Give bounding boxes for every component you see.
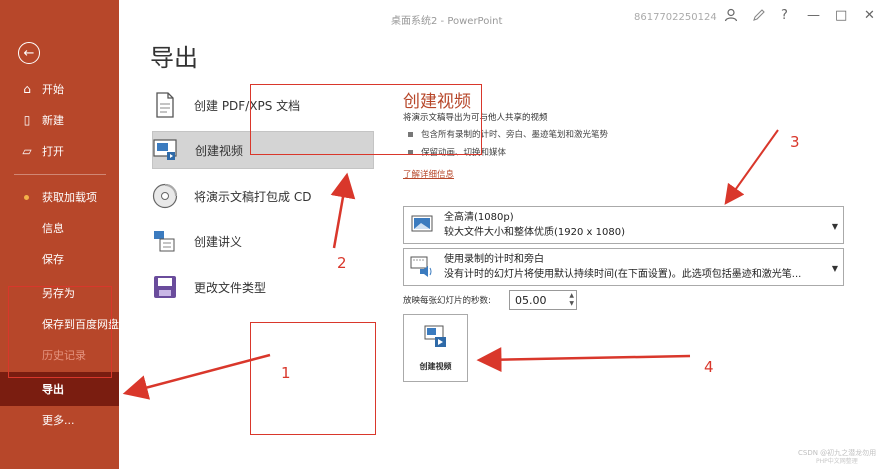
- page-title: 导出: [150, 44, 198, 72]
- chevron-down-icon: ▼: [831, 222, 838, 231]
- export-option-change-type[interactable]: 更改文件类型: [152, 268, 374, 306]
- option-label: 更改文件类型: [194, 280, 267, 295]
- export-option-cd[interactable]: 将演示文稿打包成 CD: [152, 177, 374, 215]
- timing-subtitle: 没有计时的幻灯片将使用默认持续时间(在下面设置)。此选项包括墨迹和激光笔...: [444, 269, 802, 280]
- annotation-box-sidebar: [8, 286, 112, 378]
- new-document-icon: ▯: [23, 113, 31, 127]
- annotation-number: 2: [337, 254, 347, 272]
- open-folder-icon: ▱: [22, 144, 32, 158]
- seconds-per-slide-stepper[interactable]: 05.00 ▲ ▼: [509, 290, 577, 310]
- narration-icon: [410, 255, 434, 279]
- quality-subtitle: 较大文件大小和整体优质(1920 x 1080): [444, 227, 625, 238]
- annotation-arrow-3: [724, 129, 779, 205]
- help-icon[interactable]: ?: [781, 8, 788, 23]
- annotation-number: 1: [281, 364, 291, 382]
- sidebar-item-open[interactable]: ▱ 打开: [0, 134, 119, 168]
- option-label: 创建讲义: [194, 234, 243, 249]
- notification-dot-icon: [24, 194, 29, 200]
- create-video-button[interactable]: 创建视频: [403, 314, 468, 382]
- seconds-value: 05.00: [515, 293, 547, 307]
- back-arrow-icon[interactable]: ←: [18, 42, 40, 64]
- sidebar-item-label: 新建: [42, 114, 64, 127]
- sidebar-divider: [14, 174, 106, 175]
- sidebar-item-label: 打开: [42, 145, 64, 158]
- sidebar-item-label: 信息: [42, 222, 64, 235]
- home-icon: ⌂: [23, 82, 31, 96]
- sidebar-item-info[interactable]: 信息: [0, 211, 119, 245]
- create-video-label: 创建视频: [419, 361, 452, 371]
- seconds-per-slide-label: 放映每张幻灯片的秒数:: [403, 296, 491, 306]
- pdf-document-icon: [152, 92, 178, 118]
- sidebar-item-label: 保存: [42, 253, 64, 266]
- timing-title: 使用录制的计时和旁白: [444, 254, 544, 265]
- cd-icon: [152, 183, 178, 209]
- sidebar-item-label: 开始: [42, 83, 64, 96]
- minimize-icon[interactable]: —: [807, 8, 820, 23]
- pen-icon[interactable]: [752, 8, 766, 26]
- learn-more-link[interactable]: 了解详细信息: [403, 168, 454, 180]
- annotation-box-title: [250, 84, 482, 155]
- monitor-icon: [410, 213, 434, 237]
- watermark: PHP中文网整理: [816, 458, 858, 465]
- user-icon[interactable]: [724, 8, 738, 26]
- stepper-down-icon[interactable]: ▼: [569, 300, 574, 308]
- option-label: 将演示文稿打包成 CD: [194, 189, 312, 204]
- sidebar-item-home[interactable]: ⌂ 开始: [0, 72, 119, 106]
- video-quality-dropdown[interactable]: 全高清(1080p) 较大文件大小和整体优质(1920 x 1080) ▼: [403, 206, 844, 244]
- account-name[interactable]: 8617702250124: [634, 12, 717, 23]
- sidebar-item-get-addins[interactable]: 获取加载项: [0, 180, 119, 214]
- annotation-number: 3: [790, 133, 800, 151]
- sidebar-item-label: 更多...: [42, 414, 75, 427]
- create-video-icon: [424, 325, 448, 353]
- document-title: 桌面系统2 - PowerPoint: [391, 16, 503, 27]
- sidebar-item-save[interactable]: 保存: [0, 242, 119, 276]
- restore-icon[interactable]: □: [835, 8, 847, 23]
- stepper-up-icon[interactable]: ▲: [569, 292, 574, 300]
- annotation-number: 4: [704, 358, 714, 376]
- chevron-down-icon: ▼: [831, 264, 838, 273]
- sidebar-item-more[interactable]: 更多...: [0, 403, 119, 437]
- close-icon[interactable]: ✕: [864, 8, 875, 23]
- file-type-icon: [152, 274, 178, 300]
- option-label: 创建视频: [195, 143, 244, 158]
- video-icon: [153, 137, 179, 163]
- quality-title: 全高清(1080p): [444, 212, 514, 223]
- annotation-box-empty: [250, 322, 376, 435]
- stepper-arrows[interactable]: ▲ ▼: [569, 292, 574, 308]
- handout-icon: [152, 228, 178, 254]
- backstage-sidebar: ← ⌂ 开始 ▯ 新建 ▱ 打开 获取加载项 信息 保存 另存为 保存到百度网盘…: [0, 0, 119, 469]
- title-bar: 桌面系统2 - PowerPoint 8617702250124 ? — □ ✕: [119, 0, 894, 38]
- sidebar-item-label: 导出: [42, 383, 64, 396]
- sidebar-item-new[interactable]: ▯ 新建: [0, 103, 119, 137]
- timing-dropdown[interactable]: 使用录制的计时和旁白 没有计时的幻灯片将使用默认持续时间(在下面设置)。此选项包…: [403, 248, 844, 286]
- annotation-arrow-4: [476, 347, 691, 373]
- annotation-arrow-1: [122, 353, 271, 400]
- sidebar-item-label: 获取加载项: [42, 191, 97, 204]
